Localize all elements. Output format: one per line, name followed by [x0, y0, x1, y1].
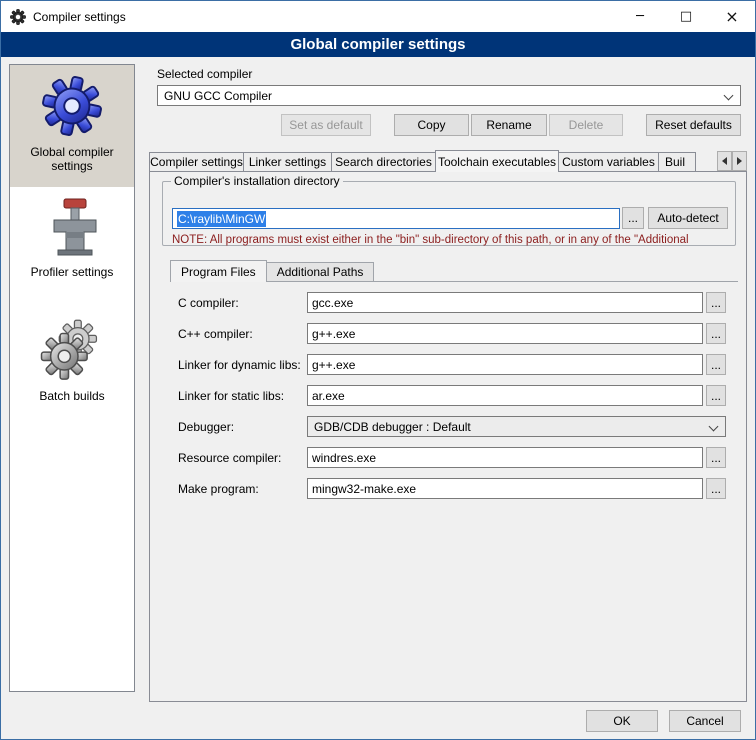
resource-compiler-browse-button[interactable]: ...: [706, 447, 726, 468]
linker-static-browse-button[interactable]: ...: [706, 385, 726, 406]
sidebar-item-label: Global compiler settings: [10, 145, 134, 173]
rename-button[interactable]: Rename: [471, 114, 547, 136]
program-files-tabstrip: Program Files Additional Paths: [170, 260, 374, 282]
reset-defaults-button[interactable]: Reset defaults: [646, 114, 741, 136]
compiler-settings-window: Compiler settings ─ □ × Global compiler …: [0, 0, 756, 740]
c-compiler-label: C compiler:: [178, 296, 239, 310]
make-program-input[interactable]: [307, 478, 703, 499]
make-program-label: Make program:: [178, 482, 259, 496]
c-compiler-input[interactable]: [307, 292, 703, 313]
auto-detect-button[interactable]: Auto-detect: [648, 207, 728, 229]
selected-compiler-label: Selected compiler: [157, 67, 252, 81]
app-icon: [10, 9, 26, 25]
resource-compiler-input[interactable]: [307, 447, 703, 468]
installation-directory-value: C:\raylib\MinGW: [177, 211, 266, 227]
tab-toolchain-executables[interactable]: Toolchain executables: [435, 150, 559, 172]
toolchain-executables-panel: Compiler's installation directory C:\ray…: [149, 171, 747, 702]
installation-directory-browse-button[interactable]: ...: [622, 207, 644, 229]
field-row-linker-dynamic: Linker for dynamic libs: ...: [178, 354, 738, 376]
settings-sidebar: Global compiler settings Profiler settin…: [9, 64, 135, 692]
tab-custom-variables[interactable]: Custom variables: [558, 152, 659, 172]
copy-button[interactable]: Copy: [394, 114, 469, 136]
sidebar-item-global-compiler-settings[interactable]: Global compiler settings: [10, 65, 134, 187]
tab-linker-settings[interactable]: Linker settings: [243, 152, 332, 172]
sidebar-item-label: Profiler settings: [23, 265, 122, 279]
gear-blue-icon: [41, 75, 103, 137]
field-row-make-program: Make program: ...: [178, 478, 738, 500]
linker-dynamic-browse-button[interactable]: ...: [706, 354, 726, 375]
batch-builds-icon: [40, 319, 104, 381]
tab-build-options-clipped[interactable]: Buil: [658, 152, 696, 172]
field-row-linker-static: Linker for static libs: ...: [178, 385, 738, 407]
field-row-resource-compiler: Resource compiler: ...: [178, 447, 738, 469]
chevron-down-icon: [709, 422, 719, 432]
installation-directory-group-title: Compiler's installation directory: [171, 174, 343, 188]
debugger-select[interactable]: GDB/CDB debugger : Default: [307, 416, 726, 437]
tab-search-directories[interactable]: Search directories: [331, 152, 436, 172]
sidebar-item-label: Batch builds: [31, 389, 112, 403]
c-compiler-browse-button[interactable]: ...: [706, 292, 726, 313]
window-controls: ─ □ ×: [617, 1, 755, 32]
bin-subdirectory-note: NOTE: All programs must exist either in …: [172, 234, 732, 246]
arrow-left-icon: [722, 157, 727, 165]
cpp-compiler-input[interactable]: [307, 323, 703, 344]
cpp-compiler-label: C++ compiler:: [178, 327, 253, 341]
make-program-browse-button[interactable]: ...: [706, 478, 726, 499]
set-as-default-button[interactable]: Set as default: [281, 114, 371, 136]
subtab-program-files[interactable]: Program Files: [170, 260, 267, 282]
sidebar-item-profiler-settings[interactable]: Profiler settings: [10, 187, 134, 309]
chevron-down-icon: [724, 91, 734, 101]
field-row-cpp-compiler: C++ compiler: ...: [178, 323, 738, 345]
page-title: Global compiler settings: [1, 32, 755, 57]
compiler-select[interactable]: GNU GCC Compiler: [157, 85, 741, 106]
field-row-debugger: Debugger: GDB/CDB debugger : Default: [178, 416, 738, 438]
cpp-compiler-browse-button[interactable]: ...: [706, 323, 726, 344]
main-tabstrip: Compiler settings Linker settings Search…: [149, 150, 696, 172]
profiler-icon: [44, 197, 100, 257]
maximize-button[interactable]: □: [663, 1, 709, 32]
tab-scroll-left-button[interactable]: [717, 151, 732, 171]
debugger-label: Debugger:: [178, 420, 234, 434]
sidebar-item-batch-builds[interactable]: Batch builds: [10, 309, 134, 431]
installation-directory-input[interactable]: C:\raylib\MinGW: [172, 208, 620, 229]
ok-button[interactable]: OK: [586, 710, 658, 732]
tab-compiler-settings[interactable]: Compiler settings: [149, 152, 244, 172]
arrow-right-icon: [737, 157, 742, 165]
compiler-select-value: GNU GCC Compiler: [164, 89, 272, 103]
linker-dynamic-label: Linker for dynamic libs:: [178, 358, 301, 372]
linker-dynamic-input[interactable]: [307, 354, 703, 375]
window-title: Compiler settings: [33, 10, 126, 24]
resource-compiler-label: Resource compiler:: [178, 451, 281, 465]
cancel-button[interactable]: Cancel: [669, 710, 741, 732]
minimize-button[interactable]: ─: [617, 1, 663, 32]
delete-button[interactable]: Delete: [549, 114, 623, 136]
linker-static-label: Linker for static libs:: [178, 389, 284, 403]
linker-static-input[interactable]: [307, 385, 703, 406]
subtab-additional-paths[interactable]: Additional Paths: [266, 262, 375, 282]
tab-scroll-right-button[interactable]: [732, 151, 747, 171]
field-row-c-compiler: C compiler: ...: [178, 292, 738, 314]
close-button[interactable]: ×: [709, 1, 755, 32]
debugger-select-value: GDB/CDB debugger : Default: [314, 420, 471, 434]
titlebar: Compiler settings ─ □ ×: [1, 1, 755, 32]
